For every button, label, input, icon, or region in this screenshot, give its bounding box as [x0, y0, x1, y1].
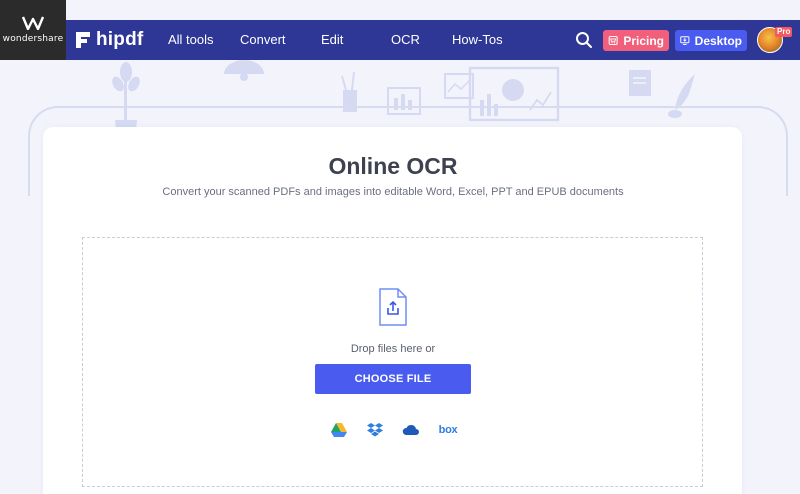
hipdf-mark-icon: [76, 32, 90, 48]
top-strip: [0, 0, 800, 20]
drop-files-text: Drop files here or: [350, 343, 436, 355]
page-title: Online OCR: [328, 153, 458, 179]
search-icon[interactable]: [575, 31, 593, 49]
page-subtitle: Convert your scanned PDFs and images int…: [162, 186, 624, 198]
brand-name: hipdf: [96, 29, 144, 50]
box-icon[interactable]: box: [438, 422, 458, 438]
pricing-label: Pricing: [623, 33, 664, 48]
pro-badge: Pro: [775, 27, 793, 37]
desktop-button[interactable]: Desktop: [675, 30, 747, 51]
file-drop-zone[interactable]: [82, 237, 703, 487]
nav-all-tools[interactable]: All tools: [168, 20, 214, 60]
wondershare-mark-icon: [22, 16, 44, 30]
wondershare-logo[interactable]: wondershare: [0, 0, 66, 60]
nav-convert[interactable]: Convert: [240, 20, 286, 60]
dropbox-icon[interactable]: [366, 422, 384, 438]
download-desktop-icon: [680, 36, 690, 45]
choose-file-button[interactable]: CHOOSE FILE: [315, 364, 471, 394]
nav-how-tos[interactable]: How-Tos: [452, 20, 503, 60]
hipdf-logo[interactable]: hipdf: [76, 20, 143, 60]
google-drive-icon[interactable]: [330, 422, 348, 438]
cart-icon: [608, 36, 618, 45]
pricing-button[interactable]: Pricing: [603, 30, 669, 51]
box-label: box: [438, 424, 458, 436]
nav-ocr[interactable]: OCR: [391, 20, 420, 60]
nav-edit[interactable]: Edit: [321, 20, 343, 60]
desktop-label: Desktop: [694, 33, 742, 48]
file-upload-icon: [379, 288, 407, 326]
onedrive-icon[interactable]: [402, 422, 420, 438]
company-name: wondershare: [2, 34, 64, 44]
